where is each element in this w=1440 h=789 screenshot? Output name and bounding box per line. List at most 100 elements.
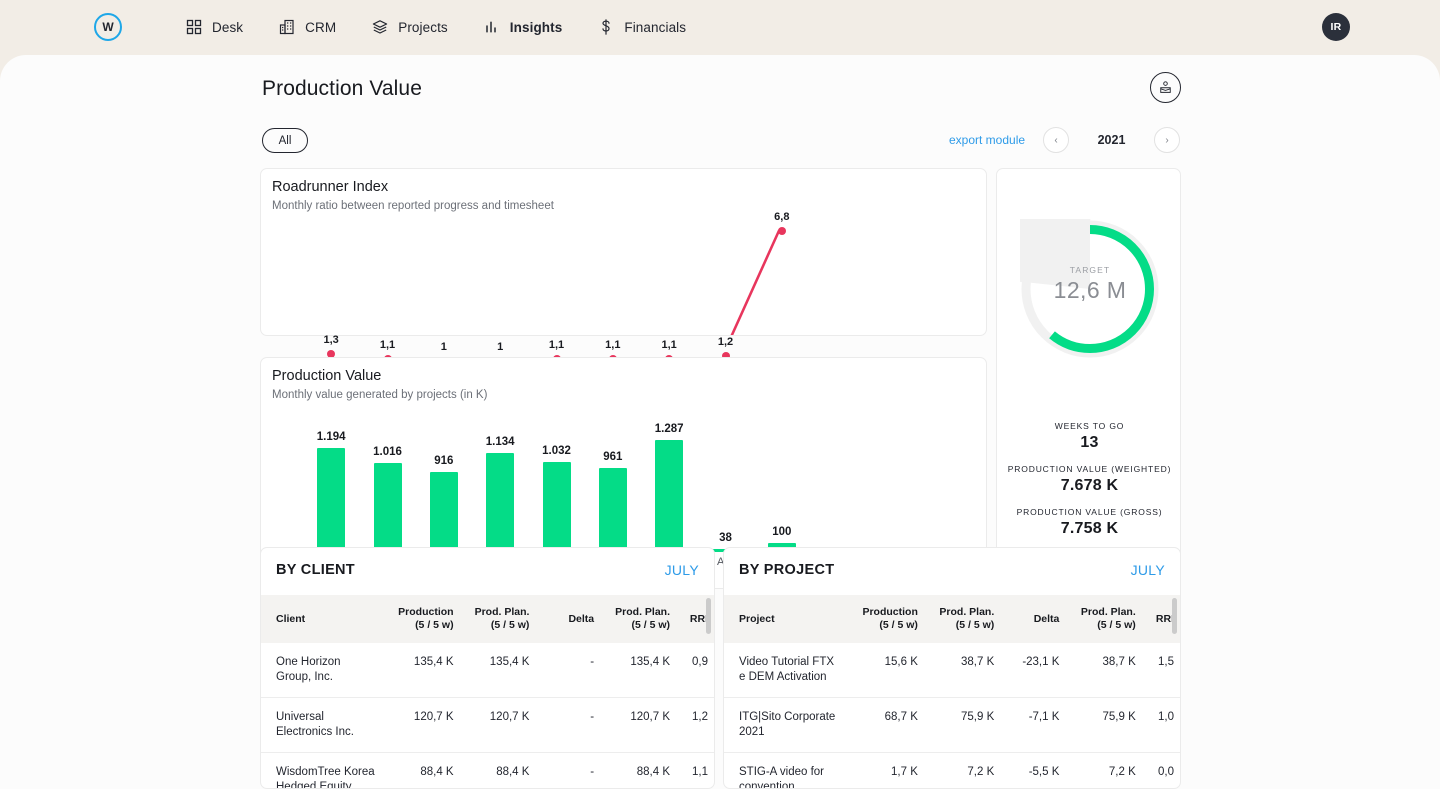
- kpi-value: 13: [997, 434, 1182, 452]
- line-data-label: 1: [489, 341, 511, 353]
- cell-delta: -7,1 K: [1000, 698, 1065, 753]
- cell-plan2: 38,7 K: [1065, 643, 1141, 697]
- column-header: Client: [261, 595, 384, 643]
- cell-plan1: 120,7 K: [460, 698, 536, 753]
- line-data-label: 1,3: [320, 334, 342, 346]
- line-data-label: 1,1: [377, 339, 399, 351]
- bar: [486, 453, 514, 552]
- by-client-header: BY CLIENT JULY: [261, 548, 714, 595]
- cell-rri: 1,0: [1142, 698, 1180, 753]
- by-project-title: BY PROJECT: [739, 562, 834, 578]
- filter-all-button[interactable]: All: [262, 128, 308, 153]
- main-nav: Desk CRM Proje: [186, 0, 686, 55]
- line-data-label: 1: [433, 341, 455, 353]
- cell-production: 15,6 K: [848, 643, 924, 697]
- nav-label-crm: CRM: [305, 20, 336, 35]
- bar: [599, 468, 627, 552]
- kpi-production-value-weighted: PRODUCTION VALUE (WEIGHTED) 7.678 K: [997, 464, 1182, 495]
- by-project-header: BY PROJECT JULY: [724, 548, 1180, 595]
- bar: [317, 448, 345, 552]
- cell-delta: -: [535, 643, 600, 697]
- nav-item-financials[interactable]: Financials: [598, 0, 686, 55]
- table-row[interactable]: Universal Electronics Inc.120,7 K120,7 K…: [261, 698, 714, 753]
- table-row[interactable]: WisdomTree Korea Hedged Equity Fund88,4 …: [261, 753, 714, 789]
- bar-label: 961: [585, 451, 641, 463]
- donut-caption: TARGET: [1020, 265, 1160, 275]
- avatar[interactable]: IR: [1322, 13, 1350, 41]
- by-client-table: ClientProduction(5 / 5 w)Prod. Plan.(5 /…: [261, 595, 714, 788]
- layers-icon: [372, 19, 389, 36]
- cell-plan2: 75,9 K: [1065, 698, 1141, 753]
- cell-production: 68,7 K: [848, 698, 924, 753]
- bar: [374, 463, 402, 552]
- table-row[interactable]: STIG-A video for convention1,7 K7,2 K-5,…: [724, 753, 1180, 789]
- line-data-label: 1,2: [715, 336, 737, 348]
- column-header: Delta: [535, 595, 600, 643]
- nav-label-insights: Insights: [510, 20, 563, 35]
- nav-item-insights[interactable]: Insights: [484, 0, 563, 55]
- cell-production: 135,4 K: [384, 643, 460, 697]
- roadrunner-index-card: Roadrunner Index Monthly ratio between r…: [260, 168, 987, 336]
- line-data-label: 6,8: [771, 211, 793, 223]
- bar-chart-icon: [484, 19, 501, 36]
- column-header: Prod. Plan.(5 / 5 w): [600, 595, 676, 643]
- person-briefcase-icon-button[interactable]: [1150, 72, 1181, 103]
- by-project-rows: Video Tutorial FTX e DEM Activation15,6 …: [724, 643, 1180, 788]
- table-header-row: ProjectProduction(5 / 5 w)Prod. Plan.(5 …: [724, 595, 1180, 643]
- target-donut-chart: TARGET 12,6 M: [1020, 219, 1160, 359]
- cell-delta: -: [535, 753, 600, 789]
- bar: [430, 472, 458, 552]
- bar-label: 1.134: [472, 436, 528, 448]
- by-client-month[interactable]: JULY: [665, 562, 699, 578]
- kpi-panel: TARGET 12,6 M WEEKS TO GO 13 PRODUCTION …: [996, 168, 1181, 589]
- cell-production: 1,7 K: [848, 753, 924, 789]
- cell-rri: 1,5: [1142, 643, 1180, 697]
- table-row[interactable]: Video Tutorial FTX e DEM Activation15,6 …: [724, 643, 1180, 697]
- table-row[interactable]: ITG|Sito Corporate 202168,7 K75,9 K-7,1 …: [724, 698, 1180, 753]
- bar-label: 916: [416, 455, 472, 467]
- cell-name: WisdomTree Korea Hedged Equity Fund: [261, 753, 384, 789]
- bar: [543, 462, 571, 552]
- export-module-link[interactable]: export module: [949, 133, 1025, 147]
- previous-year-button[interactable]: ‹: [1043, 127, 1069, 153]
- donut-value: 12,6 M: [1020, 277, 1160, 304]
- line-data-label: 1,1: [546, 339, 568, 351]
- cell-name: ITG|Sito Corporate 2021: [724, 698, 848, 753]
- next-year-button[interactable]: ›: [1154, 127, 1180, 153]
- nav-item-desk[interactable]: Desk: [186, 0, 243, 55]
- roadrunner-line-plot: [261, 169, 986, 335]
- bar-label: 100: [754, 526, 810, 538]
- by-project-month[interactable]: JULY: [1131, 562, 1165, 578]
- cell-plan1: 88,4 K: [460, 753, 536, 789]
- by-project-scrollbar[interactable]: [1172, 598, 1177, 634]
- cell-production: 88,4 K: [384, 753, 460, 789]
- by-client-rows: One Horizon Group, Inc.135,4 K135,4 K-13…: [261, 643, 714, 788]
- kpi-caption: WEEKS TO GO: [997, 421, 1182, 431]
- kpi-caption: PRODUCTION VALUE (GROSS): [997, 507, 1182, 517]
- column-header: Prod. Plan.(5 / 5 w): [924, 595, 1000, 643]
- table-row[interactable]: One Horizon Group, Inc.135,4 K135,4 K-13…: [261, 643, 714, 697]
- by-client-table-card: BY CLIENT JULY ClientProduction(5 / 5 w)…: [260, 547, 715, 789]
- column-header: Project: [724, 595, 848, 643]
- table-header-row: ClientProduction(5 / 5 w)Prod. Plan.(5 /…: [261, 595, 714, 643]
- nav-label-financials: Financials: [624, 20, 686, 35]
- page-title: Production Value: [262, 77, 422, 101]
- building-icon: [279, 19, 296, 36]
- nav-item-crm[interactable]: CRM: [279, 0, 336, 55]
- cell-plan1: 75,9 K: [924, 698, 1000, 753]
- bar-label: 1.016: [360, 446, 416, 458]
- kpi-caption: PRODUCTION VALUE (WEIGHTED): [997, 464, 1182, 474]
- app-logo[interactable]: W: [94, 13, 122, 41]
- column-header: Delta: [1000, 595, 1065, 643]
- line-data-label: 1,1: [658, 339, 680, 351]
- cell-plan1: 7,2 K: [924, 753, 1000, 789]
- by-client-scrollbar[interactable]: [706, 598, 711, 634]
- nav-item-projects[interactable]: Projects: [372, 0, 448, 55]
- cell-rri: 0,0: [1142, 753, 1180, 789]
- cell-plan2: 7,2 K: [1065, 753, 1141, 789]
- cell-rri: 0,9: [676, 643, 714, 697]
- by-project-table-card: BY PROJECT JULY ProjectProduction(5 / 5 …: [723, 547, 1181, 789]
- cell-production: 120,7 K: [384, 698, 460, 753]
- column-header: Prod. Plan.(5 / 5 w): [460, 595, 536, 643]
- kpi-value: 7.758 K: [997, 520, 1182, 538]
